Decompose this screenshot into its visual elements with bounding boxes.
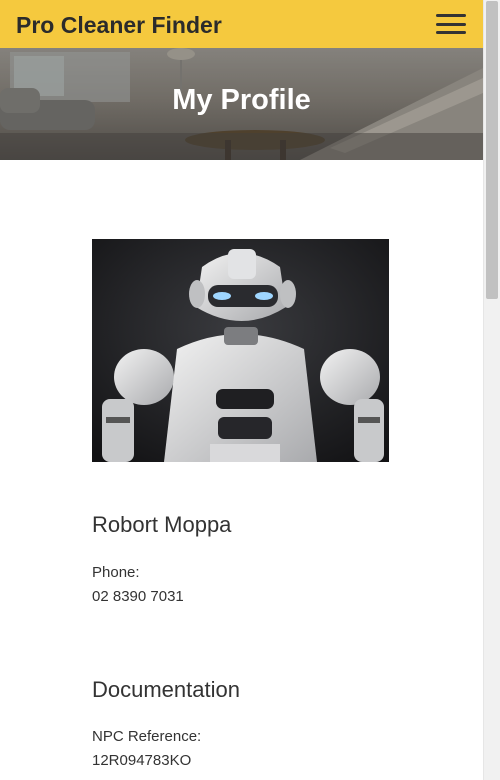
- vertical-scrollbar[interactable]: [483, 0, 500, 780]
- phone-label: Phone:: [92, 564, 140, 581]
- profile-name: Robort Moppa: [92, 512, 232, 537]
- hero-banner: My Profile: [0, 48, 483, 160]
- page-viewport: Pro Cleaner Finder My Profile Robort Mop…: [0, 0, 483, 780]
- phone-value: 02 8390 7031: [92, 588, 184, 605]
- hamburger-menu-icon[interactable]: [436, 12, 466, 36]
- npc-reference-label: NPC Reference:: [92, 728, 202, 745]
- navbar: Pro Cleaner Finder: [0, 0, 483, 48]
- documentation-heading: Documentation: [92, 677, 240, 702]
- brand-title[interactable]: Pro Cleaner Finder: [16, 12, 222, 39]
- npc-reference-value: 12R094783KO: [92, 752, 192, 769]
- profile-avatar-robot-image: [92, 239, 389, 462]
- page-title: My Profile: [172, 84, 311, 116]
- scrollbar-thumb[interactable]: [486, 1, 498, 299]
